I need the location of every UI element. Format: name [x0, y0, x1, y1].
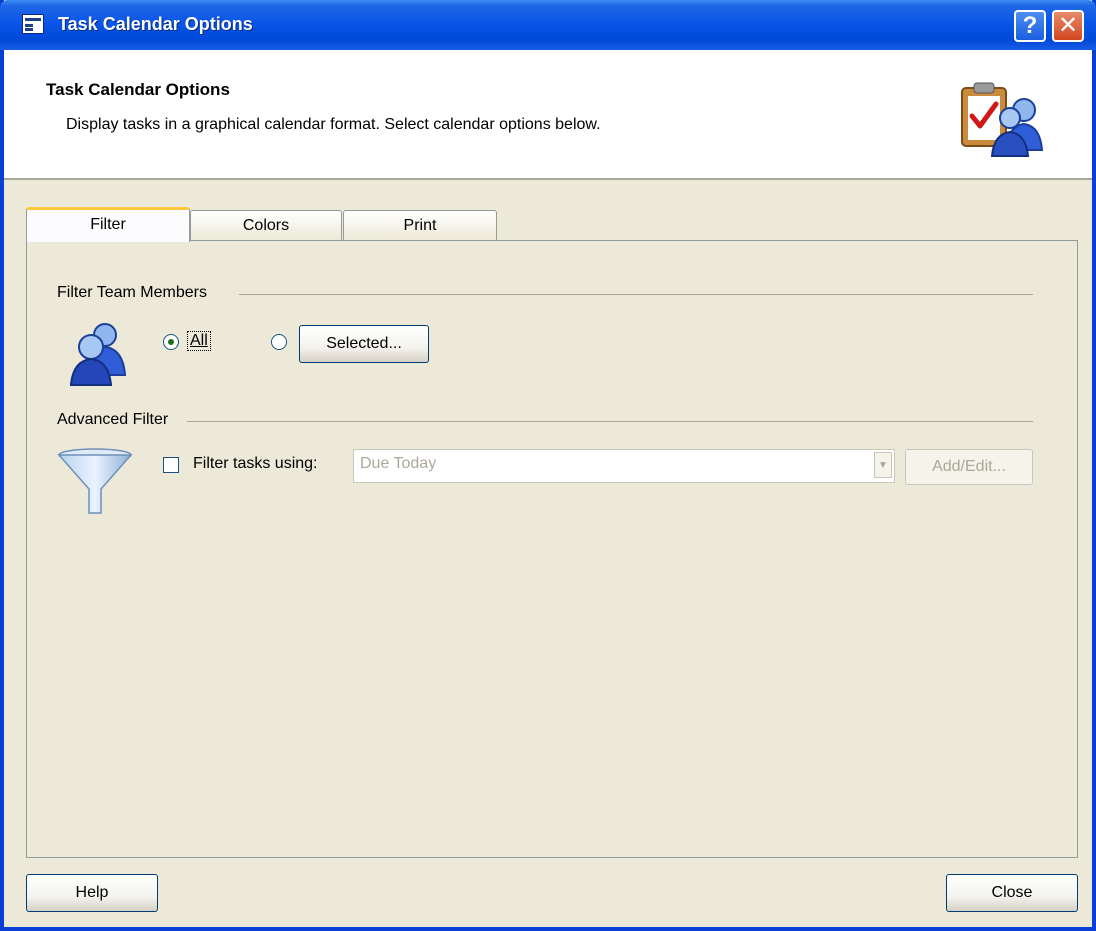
close-button-label: Close	[991, 884, 1033, 901]
all-radio-text: All	[190, 332, 208, 349]
tab-print[interactable]: Print	[343, 210, 497, 240]
window-app-icon[interactable]	[22, 14, 44, 34]
tab-filter-label: Filter	[90, 216, 126, 233]
dialog-window: Task Calendar Options ? ✕ Task Calendar …	[0, 0, 1096, 931]
selected-members-button[interactable]: Selected...	[299, 325, 429, 363]
window-title: Task Calendar Options	[58, 14, 253, 34]
filter-team-divider	[239, 294, 1033, 295]
chevron-down-icon[interactable]: ▼	[874, 452, 892, 478]
filter-tasks-label[interactable]: Filter tasks using:	[193, 455, 317, 473]
selected-radio[interactable]	[271, 334, 287, 350]
close-title-button[interactable]: ✕	[1052, 10, 1084, 42]
header-title: Task Calendar Options	[46, 80, 230, 99]
help-button[interactable]: Help	[26, 874, 158, 912]
all-radio-label[interactable]: All	[187, 331, 211, 351]
tab-colors[interactable]: Colors	[190, 210, 342, 240]
add-edit-button[interactable]: Add/Edit...	[905, 449, 1033, 485]
filter-tasks-checkbox[interactable]	[163, 457, 179, 473]
filter-select-value: Due Today	[360, 455, 437, 472]
team-members-icon	[69, 323, 127, 386]
tab-colors-label: Colors	[242, 217, 290, 234]
help-title-button[interactable]: ?	[1014, 10, 1046, 42]
filter-select[interactable]: Due Today ▼	[353, 449, 895, 483]
help-button-label: Help	[75, 884, 109, 901]
all-radio[interactable]	[163, 334, 179, 350]
title-bar[interactable]: Task Calendar Options ? ✕	[0, 0, 1096, 50]
filter-team-members-label: Filter Team Members	[57, 284, 207, 301]
close-button[interactable]: Close	[946, 874, 1078, 912]
advanced-filter-divider	[187, 421, 1033, 422]
tab-panel-filter: Filter Team Members All Selected... Adva…	[26, 240, 1078, 858]
header-subtitle: Display tasks in a graphical calendar fo…	[66, 116, 601, 133]
dialog-header: Task Calendar Options Display tasks in a…	[4, 50, 1092, 180]
tab-print-label: Print	[403, 217, 437, 234]
funnel-icon	[57, 448, 133, 514]
advanced-filter-label: Advanced Filter	[57, 411, 169, 428]
clipboard-people-icon	[961, 82, 1044, 157]
tab-filter[interactable]: Filter	[26, 207, 190, 242]
